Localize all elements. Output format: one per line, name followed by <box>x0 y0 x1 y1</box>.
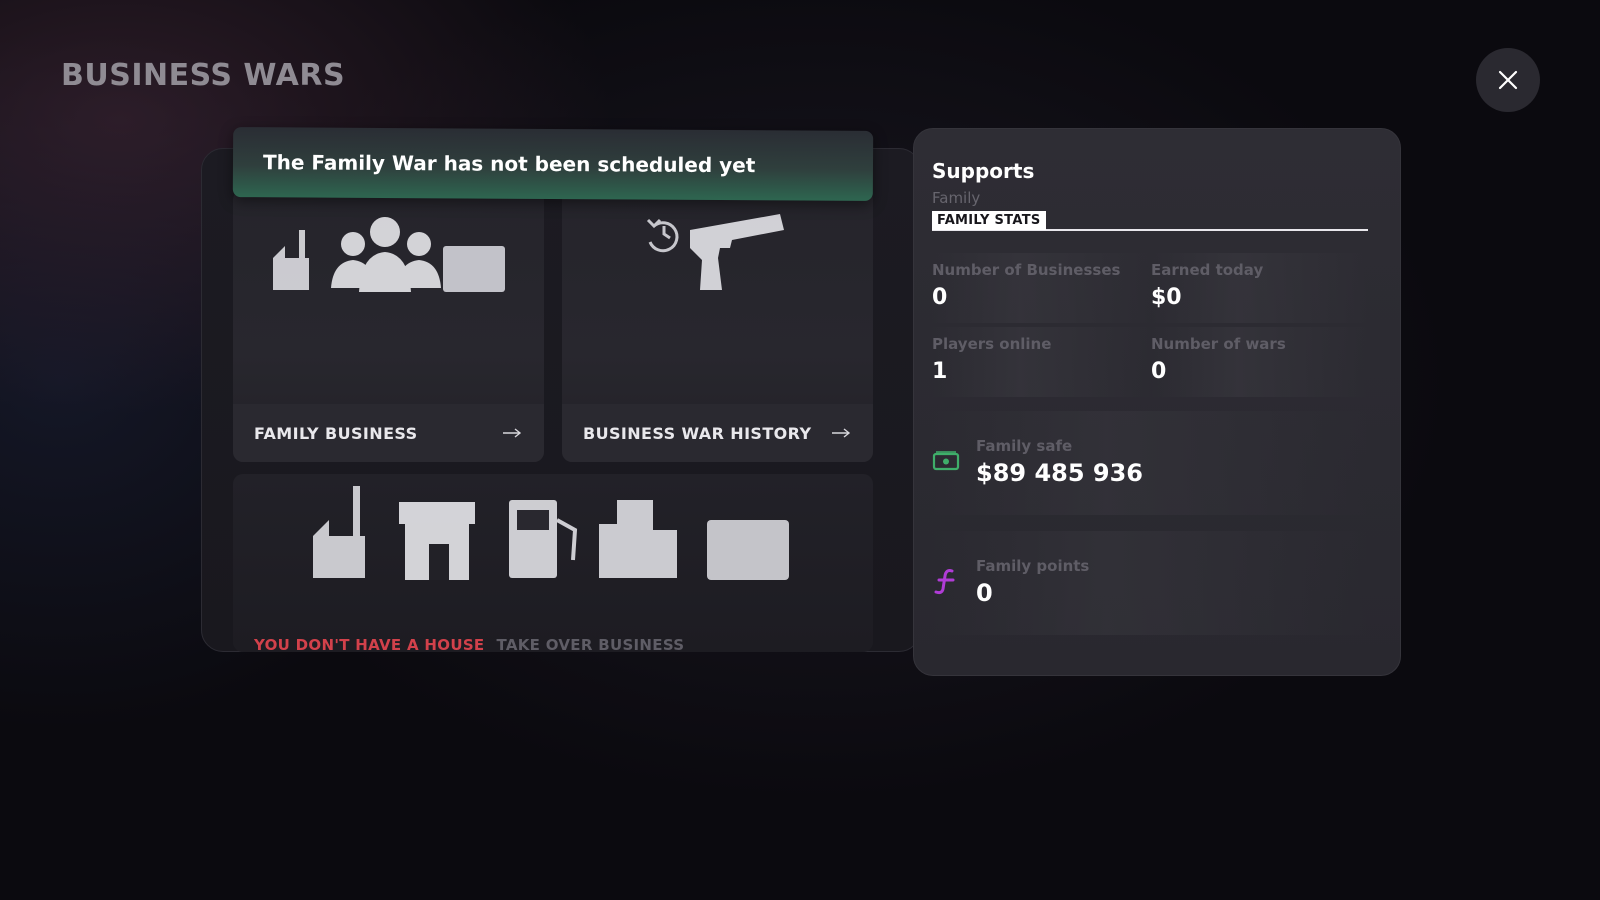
family-safe-label: Family safe <box>976 437 1073 455</box>
office-building-icon <box>599 500 677 578</box>
stat-number-of-wars: Number of wars 0 <box>1151 327 1368 397</box>
no-house-warning: YOU DON'T HAVE A HOUSE <box>254 636 485 652</box>
stat-players-online: Players online 1 <box>932 327 1152 397</box>
history-clock-icon <box>646 218 679 253</box>
arrow-right-icon <box>832 428 851 438</box>
family-business-label: FAMILY BUSINESS <box>254 423 418 443</box>
factory-icon <box>313 486 365 578</box>
war-history-card[interactable]: BUSINESS WAR HISTORY <box>562 190 873 462</box>
business-types-card: YOU DON'T HAVE A HOUSE TAKE OVER BUSINES… <box>233 474 873 652</box>
war-history-illustration <box>646 214 784 290</box>
stat-earned-today: Earned today $0 <box>1151 253 1368 323</box>
stat-value: 0 <box>932 285 948 310</box>
business-types-footer: YOU DON'T HAVE A HOUSE TAKE OVER BUSINES… <box>254 636 684 652</box>
supports-subtitle: Family <box>932 189 981 207</box>
war-status-text: The Family War has not been scheduled ye… <box>262 150 756 178</box>
family-safe-block: Family safe $89 485 936 <box>932 411 1368 515</box>
stat-label: Players online <box>932 335 1052 353</box>
stat-value: $0 <box>1151 285 1182 310</box>
pistol-icon <box>690 214 784 290</box>
supports-title: Supports <box>932 159 1035 183</box>
stats-tab-bar: FAMILY STATS <box>932 209 1368 231</box>
stat-value: 0 <box>1151 359 1167 384</box>
business-types-illustration <box>313 486 789 580</box>
close-icon <box>1498 70 1518 90</box>
war-status-banner: The Family War has not been scheduled ye… <box>232 127 874 201</box>
close-button[interactable] <box>1476 48 1540 112</box>
take-over-business-button[interactable]: TAKE OVER BUSINESS <box>496 636 684 652</box>
family-points-block: Family points 0 <box>932 531 1368 635</box>
war-history-footer: BUSINESS WAR HISTORY <box>562 404 873 462</box>
arrow-right-icon <box>503 428 522 438</box>
stat-number-of-businesses: Number of Businesses 0 <box>932 253 1152 323</box>
war-history-label: BUSINESS WAR HISTORY <box>583 423 812 443</box>
family-points-label: Family points <box>976 557 1090 575</box>
business-wars-screen: BUSINESS WARS FAMILY BUSINESS BUSINESS W… <box>0 0 1600 900</box>
banknote-icon <box>707 520 789 580</box>
gas-station-icon <box>509 500 578 578</box>
banknote-icon <box>443 246 505 292</box>
tab-family-stats[interactable]: FAMILY STATS <box>932 211 1046 230</box>
family-safe-value: $89 485 936 <box>976 459 1144 487</box>
family-business-card[interactable]: FAMILY BUSINESS <box>233 190 544 462</box>
stat-label: Number of wars <box>1151 335 1286 353</box>
family-points-value: 0 <box>976 579 993 607</box>
family-business-illustration <box>273 217 505 292</box>
family-group-icon <box>331 217 441 292</box>
stat-label: Number of Businesses <box>932 261 1121 279</box>
factory-icon <box>273 230 309 290</box>
shop-icon <box>399 502 475 580</box>
family-business-footer: FAMILY BUSINESS <box>233 404 544 462</box>
stat-value: 1 <box>932 359 948 384</box>
cash-icon <box>932 451 960 471</box>
stat-label: Earned today <box>1151 261 1264 279</box>
family-points-icon <box>934 569 955 595</box>
page-title: BUSINESS WARS <box>61 58 346 93</box>
supports-panel: Supports Family FAMILY STATS Number of B… <box>913 128 1401 676</box>
